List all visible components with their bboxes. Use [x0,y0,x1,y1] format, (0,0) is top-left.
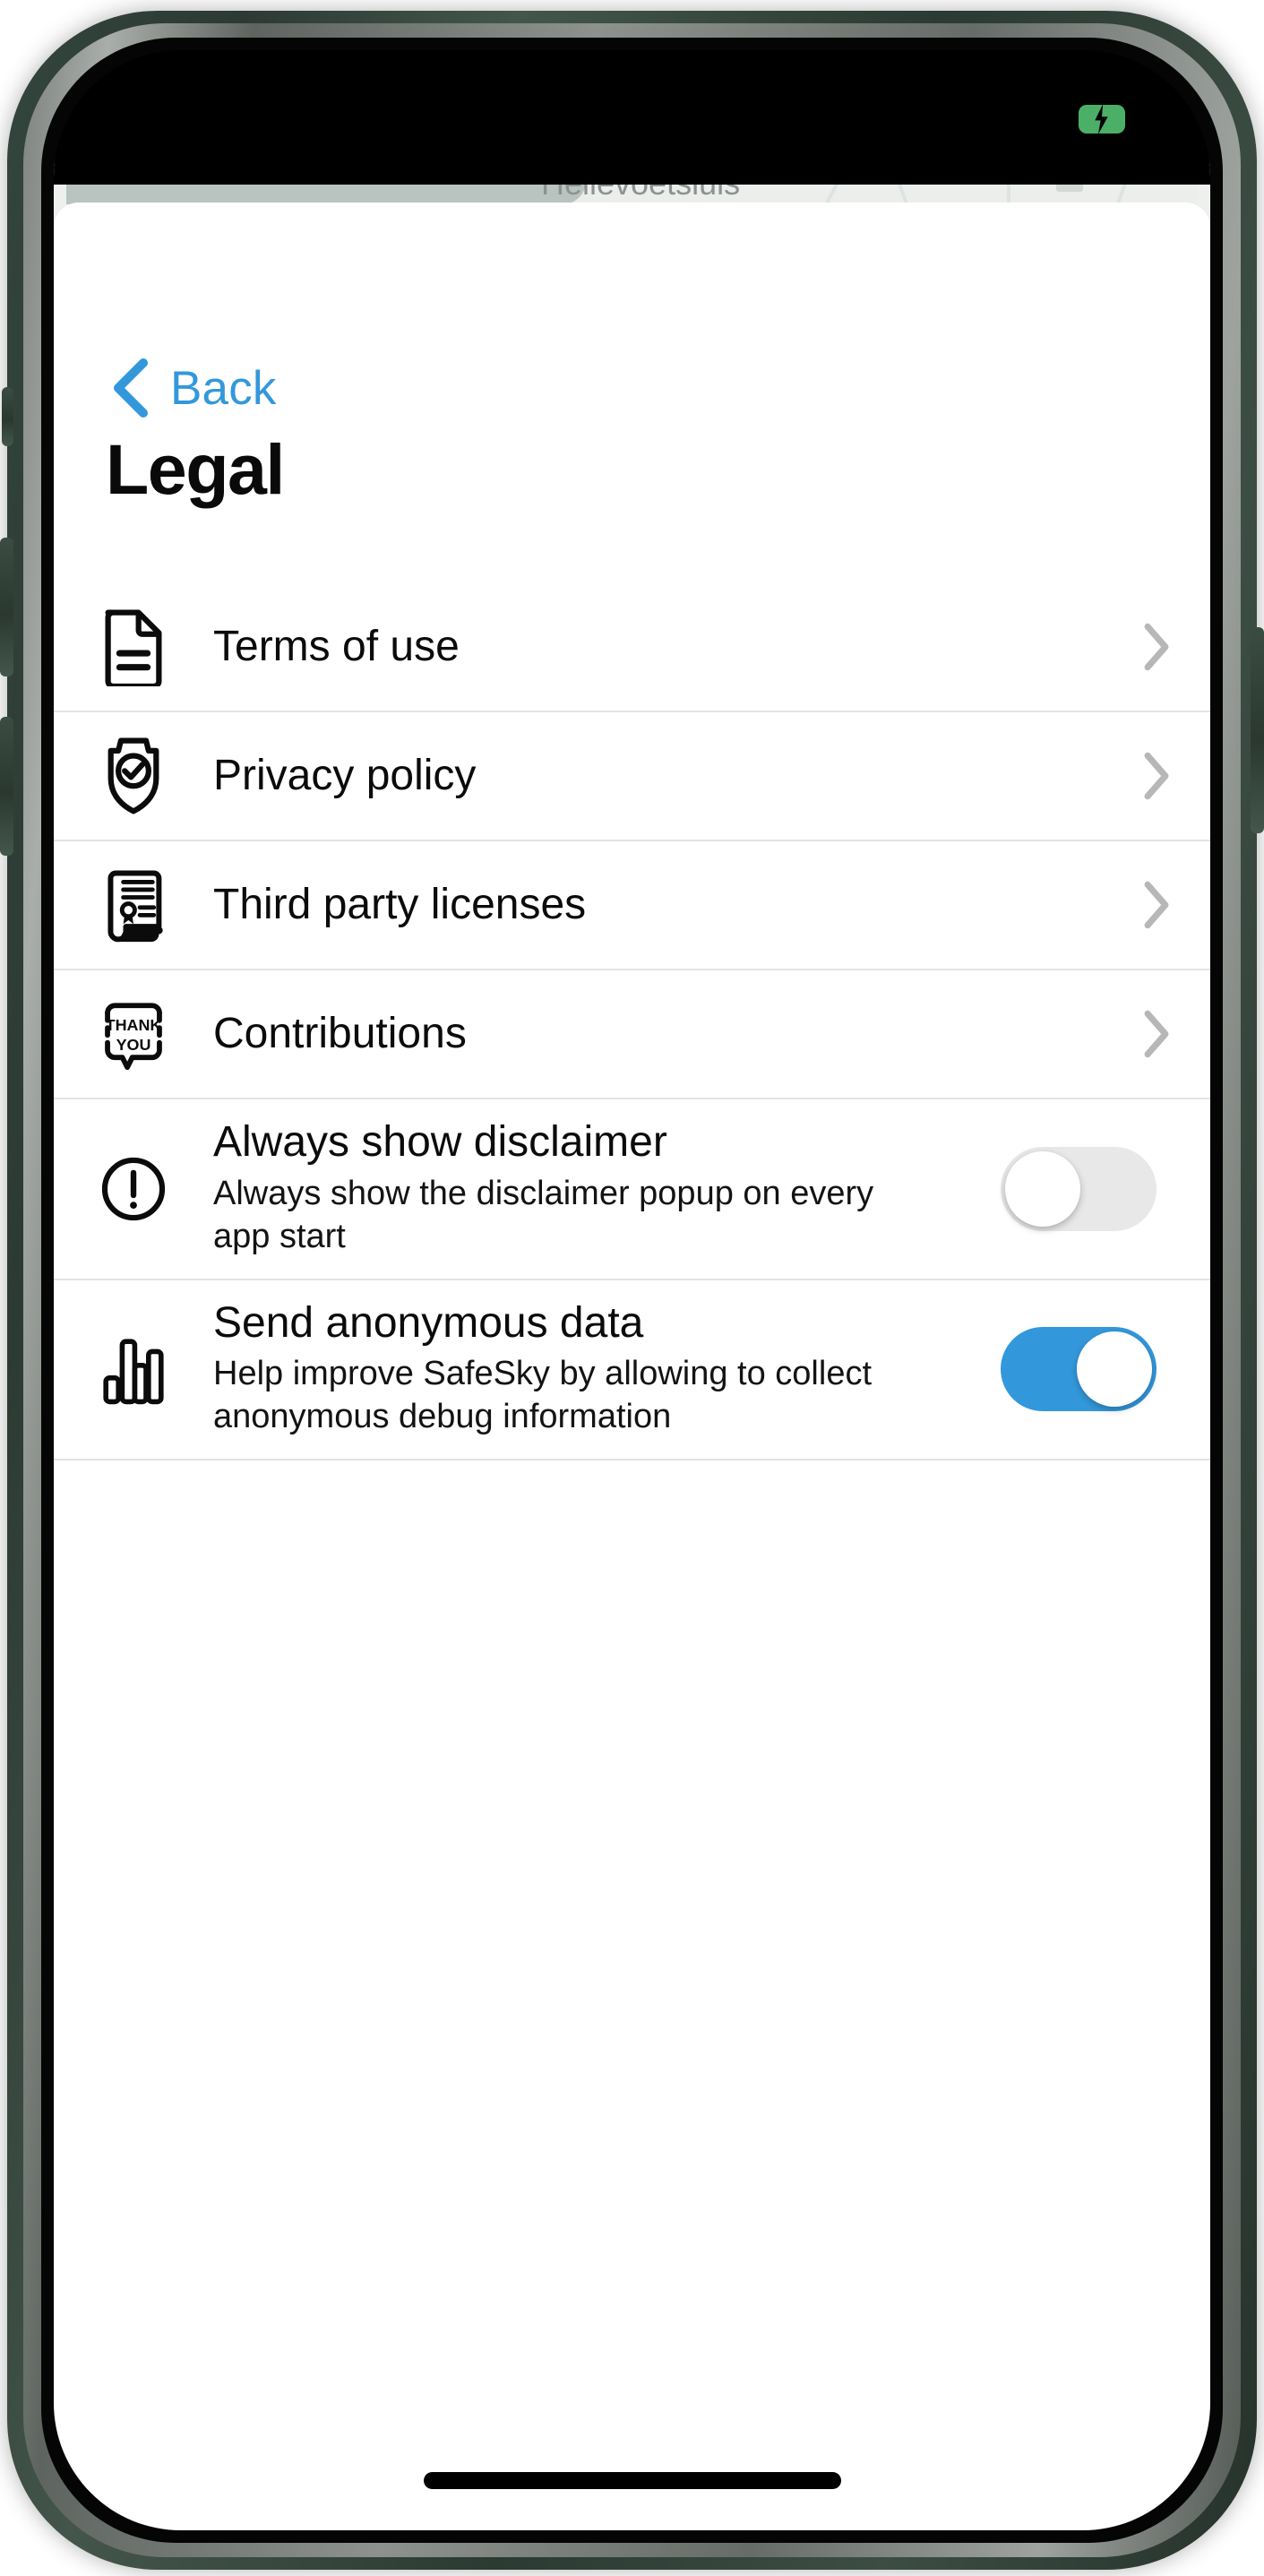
always-show-disclaimer-toggle[interactable] [1001,1146,1157,1231]
back-button[interactable]: Back [109,357,277,419]
list-item-body: Always show disclaimer Always show the d… [213,1119,1001,1259]
legal-sheet: Back Legal Terms of use Privacy policy T… [54,202,1210,2530]
phone-screen: Hellevoetsluis Back Legal [54,50,1210,2530]
power-button[interactable] [1251,627,1264,833]
document-icon [54,607,213,686]
chevron-right-icon [1103,879,1210,931]
list-item-contributions[interactable]: THANK YOU Contributions [54,970,1210,1099]
list-item-privacy-policy[interactable]: Privacy policy [54,712,1210,841]
toggle-knob [1005,1150,1080,1227]
list-item-label: Contributions [213,1010,467,1058]
toggle-knob [1077,1331,1152,1408]
bar-chart-icon [54,1331,213,1407]
list-item-send-anonymous-data[interactable]: Send anonymous data Help improve SafeSky… [54,1279,1210,1461]
list-item-body: Send anonymous data Help improve SafeSky… [213,1298,1001,1440]
back-button-label: Back [170,361,277,415]
thank-you-icon: THANK YOU [54,998,213,1070]
home-indicator[interactable] [423,2472,841,2489]
shield-check-icon [54,736,213,816]
list-item-body: Privacy policy [213,753,1103,799]
svg-text:THANK: THANK [106,1016,162,1034]
list-item-third-party-licenses[interactable]: Third party licenses [54,841,1210,970]
volume-up-button[interactable] [0,538,13,676]
list-item-label: Always show disclaimer [213,1118,667,1166]
list-item-label: Terms of use [213,623,460,671]
chevron-right-icon [1103,621,1210,673]
lightning-bolt-glyph [1095,105,1108,134]
list-item-body: Terms of use [213,624,1103,670]
chevron-right-icon [1103,1008,1210,1060]
exclamation-circle-icon [54,1154,213,1224]
list-item-terms-of-use[interactable]: Terms of use [54,583,1210,712]
list-item-label: Privacy policy [213,752,477,800]
svg-text:YOU: YOU [116,1036,151,1054]
list-item-description: Help improve SafeSky by allowing to coll… [213,1355,873,1436]
send-anonymous-data-toggle[interactable] [1001,1327,1157,1412]
list-item-label: Send anonymous data [213,1298,644,1347]
chevron-right-icon [1103,750,1210,802]
list-item-body: Contributions [213,1011,1103,1057]
list-item-body: Third party licenses [213,882,1103,928]
list-item-always-show-disclaimer[interactable]: Always show disclaimer Always show the d… [54,1099,1210,1280]
page-title: Legal [106,429,285,509]
phone-scene: Hellevoetsluis Back Legal [0,0,1264,2576]
status-bar [54,50,1210,185]
silence-switch-button[interactable] [2,387,13,446]
chevron-left-icon [114,358,148,418]
battery-charging-icon [1079,105,1125,134]
list-item-label: Third party licenses [213,881,587,929]
list-item-description: Always show the disclaimer popup on ever… [213,1174,874,1255]
certificate-icon [54,866,213,944]
legal-list: Terms of use Privacy policy Third party … [54,583,1210,1461]
volume-down-button[interactable] [0,717,13,856]
